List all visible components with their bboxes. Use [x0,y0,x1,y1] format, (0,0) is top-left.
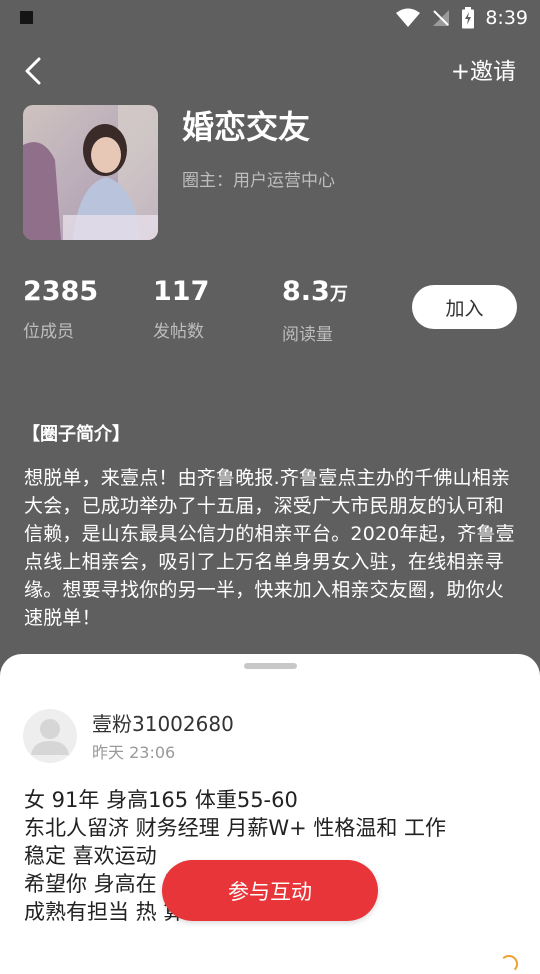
back-arrow-icon[interactable] [20,56,48,86]
stat-label: 发帖数 [153,322,204,342]
clock: 8:39 [485,7,528,29]
stat-members: 2385 位成员 [23,274,98,344]
stat-label: 阅读量 [282,325,333,345]
no-signal-icon [433,10,450,26]
stat-posts: 117 发帖数 [153,274,209,344]
post-time: 昨天 23:06 [92,743,176,762]
wifi-icon [396,8,421,27]
refresh-icon [500,955,518,973]
status-icons: 8:39 [395,5,528,31]
stat-unit: 万 [329,284,348,305]
participate-button[interactable]: 参与互动 [162,860,378,921]
stat-value: 117 [153,276,210,307]
intro-text: 想脱单，来壹点！由齐鲁晚报.齐鲁壹点主办的千佛山相亲大会，已成功举办了十五届，深… [24,467,515,629]
battery-icon [462,7,475,29]
stat-reads: 8.3万 阅读量 [282,274,348,347]
post-username[interactable]: 壹粉31002680 [92,710,234,738]
circle-title: 婚恋交友 [182,108,311,146]
stat-value: 2385 [23,276,99,307]
stat-label: 位成员 [23,322,74,342]
avatar[interactable] [23,709,77,763]
join-button[interactable]: 加入 [412,285,517,329]
circle-cover-image [23,105,158,240]
circle-owner: 圈主：用户运营中心 [182,171,335,191]
notification-icon [20,11,33,24]
post-line: 东北人留济 财务经理 月薪W+ 性格温和 工作 [24,816,447,840]
post-line: 女 91年 身高165 体重55-60 [24,788,298,812]
post-sheet[interactable]: 壹粉31002680 昨天 23:06 女 91年 身高165 体重55-60 … [0,654,540,974]
invite-button[interactable]: +邀请 [451,56,516,88]
stat-value: 8.3 [282,276,330,307]
default-avatar-icon [31,719,69,755]
intro-heading: 【圈子简介】 [22,424,130,445]
drag-handle[interactable] [244,663,297,669]
status-bar: 8:39 [0,0,540,36]
